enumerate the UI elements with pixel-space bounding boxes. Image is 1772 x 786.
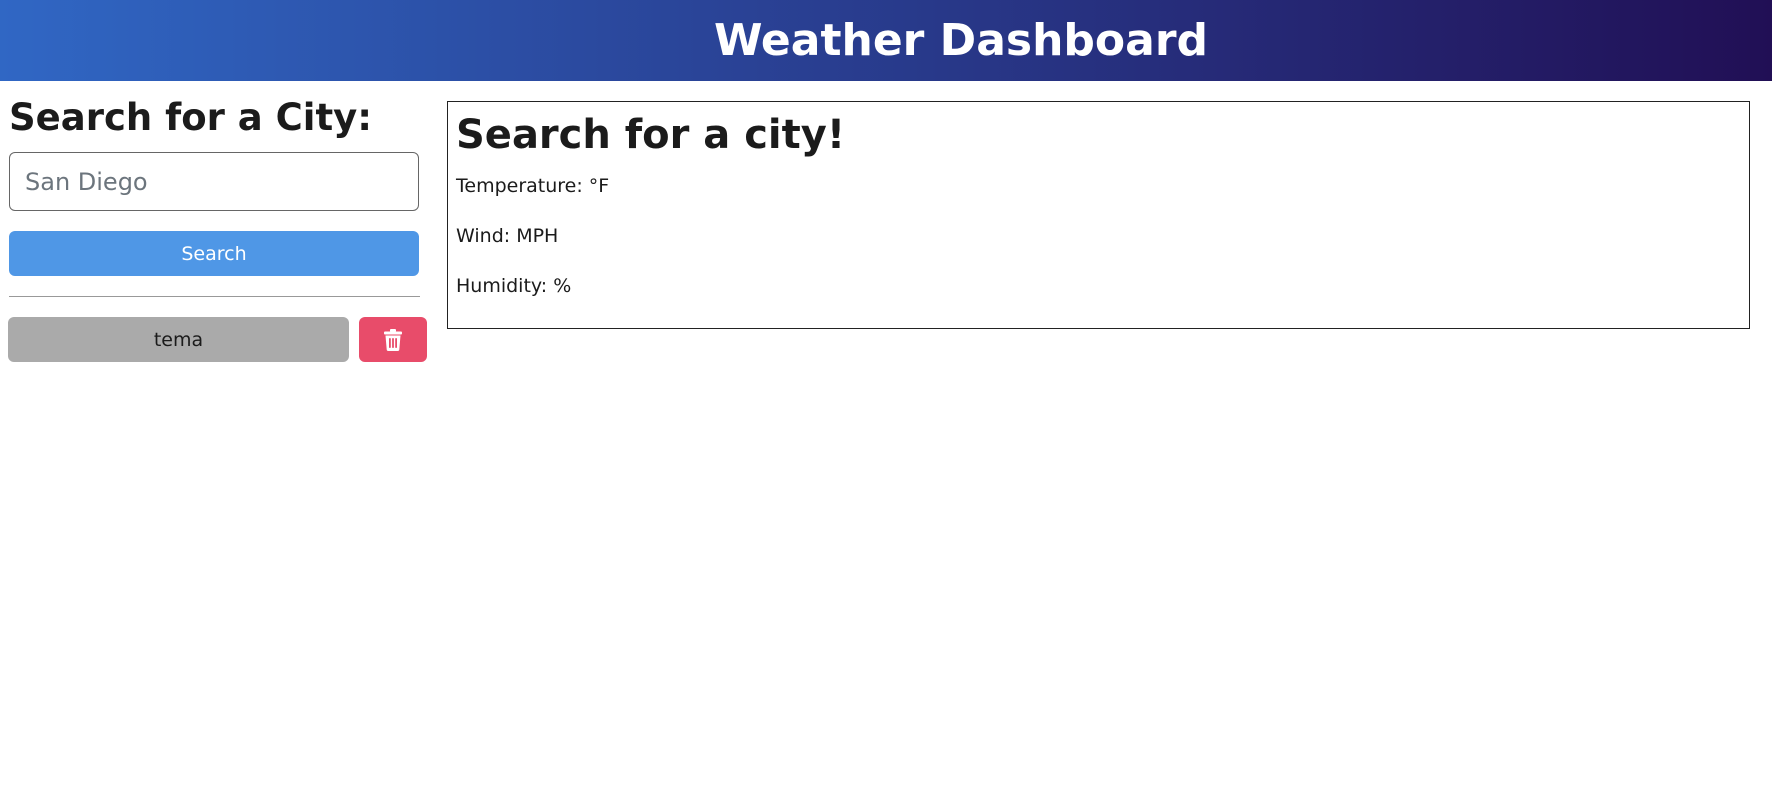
trash-icon [384, 328, 402, 351]
city-search-input[interactable] [9, 152, 419, 212]
app-title: Weather Dashboard [713, 14, 1209, 66]
history-city-button[interactable]: tema [8, 317, 349, 363]
current-weather-card: Search for a city! Temperature: °F Wind:… [447, 101, 1750, 329]
wind-text: Wind: MPH [456, 225, 559, 247]
search-button[interactable]: Search [9, 231, 419, 277]
weather-city-title: Search for a city! [456, 112, 846, 158]
humidity-text: Humidity: % [456, 275, 572, 297]
search-history-item: tema [8, 317, 429, 363]
search-sidebar: Search for a City: Search tema [8, 96, 429, 363]
app-header: Weather Dashboard [0, 0, 1772, 81]
temperature-text: Temperature: °F [456, 175, 610, 197]
sidebar-divider [9, 296, 420, 298]
search-heading: Search for a City: [9, 96, 373, 139]
delete-history-button[interactable] [359, 317, 427, 363]
